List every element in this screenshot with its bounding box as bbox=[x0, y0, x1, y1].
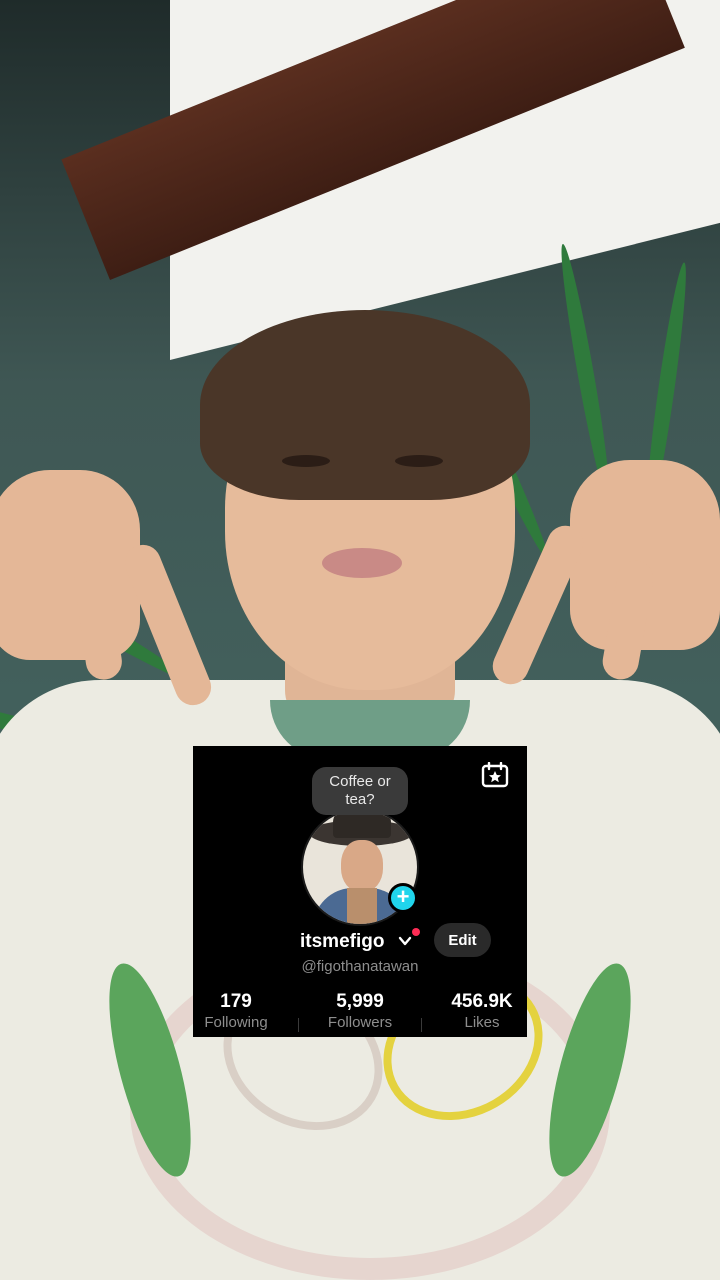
stat-followers[interactable]: 5,999 Followers bbox=[305, 990, 415, 1032]
user-handle: @figothanatawan bbox=[301, 958, 419, 975]
eye bbox=[282, 455, 330, 467]
left-hand bbox=[0, 470, 140, 660]
stat-likes[interactable]: 456.9K Likes bbox=[427, 990, 537, 1032]
profile-stats: 179 Following 5,999 Followers 456.9K Lik… bbox=[193, 990, 527, 1034]
background-video-frame bbox=[0, 0, 720, 1280]
avatar-chest bbox=[347, 888, 377, 924]
stat-value: 5,999 bbox=[336, 991, 384, 1012]
lips bbox=[322, 548, 402, 578]
stat-label: Followers bbox=[327, 1014, 393, 1031]
stat-divider bbox=[298, 1018, 299, 1032]
note-bubble[interactable]: Coffee or tea? bbox=[312, 767, 408, 815]
profile-card: Coffee or tea? + itsmefigo Edit @figotha… bbox=[193, 746, 527, 1037]
hair bbox=[200, 310, 530, 500]
notification-dot bbox=[412, 928, 420, 936]
stat-label: Following bbox=[204, 1014, 268, 1031]
stat-label: Likes bbox=[464, 1014, 500, 1031]
edit-profile-button[interactable]: Edit bbox=[434, 923, 491, 957]
avatar-head bbox=[341, 840, 383, 892]
stat-following[interactable]: 179 Following bbox=[181, 990, 291, 1032]
chevron-down-icon[interactable] bbox=[398, 935, 412, 947]
stat-divider bbox=[421, 1018, 422, 1032]
stat-value: 179 bbox=[220, 991, 252, 1012]
eye bbox=[395, 455, 443, 467]
username[interactable]: itsmefigo bbox=[300, 928, 384, 956]
calendar-star-icon[interactable] bbox=[481, 762, 509, 788]
stat-value: 456.9K bbox=[451, 991, 513, 1012]
plus-icon[interactable]: + bbox=[388, 883, 418, 913]
